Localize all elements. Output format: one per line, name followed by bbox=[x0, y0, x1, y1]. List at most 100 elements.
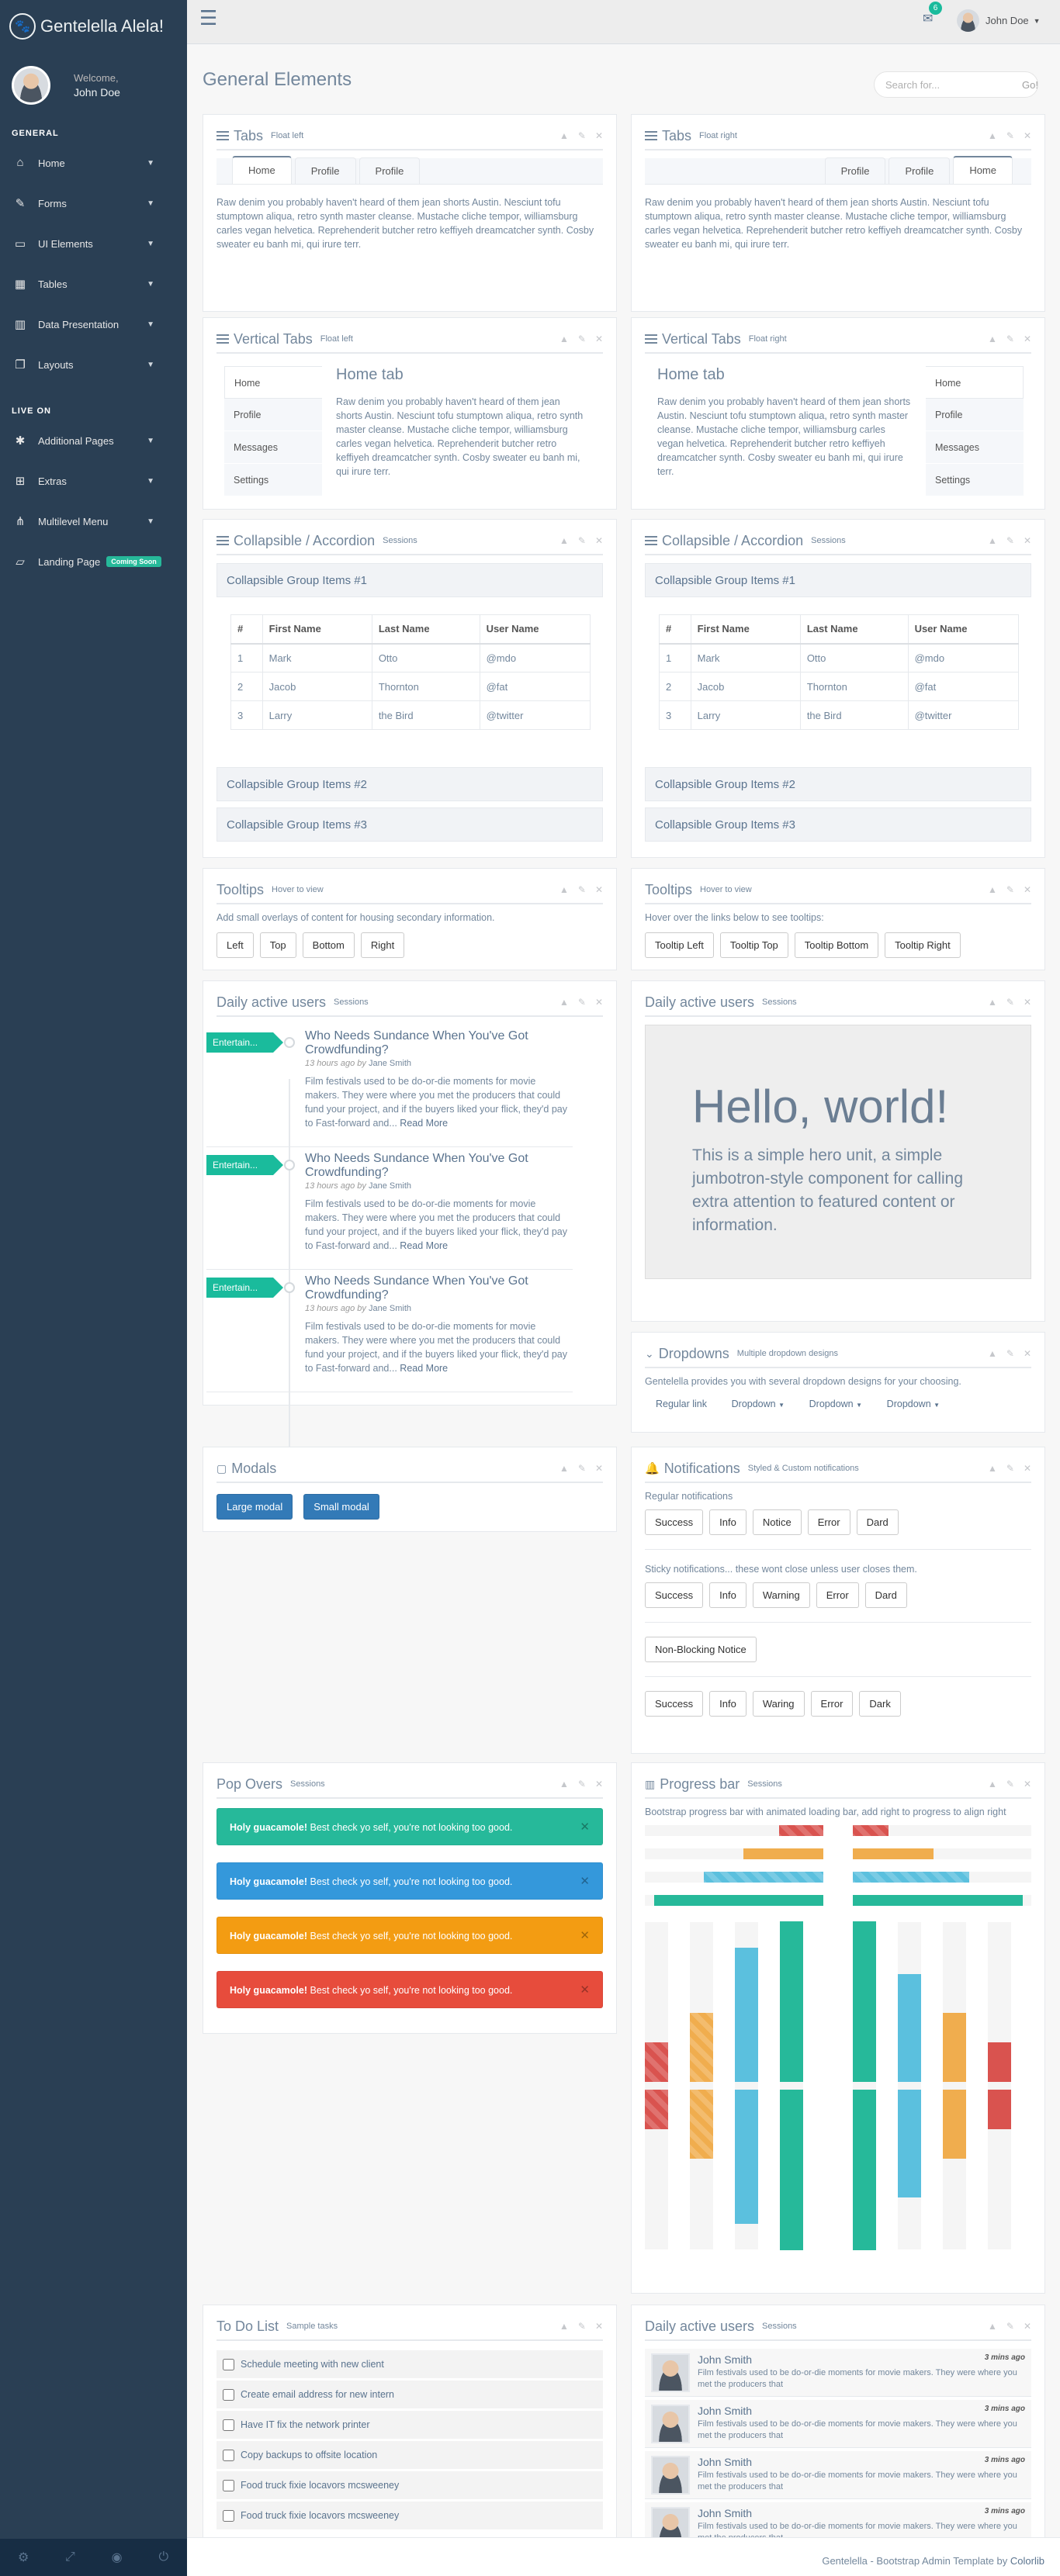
timeline-author[interactable]: Jane Smith bbox=[369, 1304, 411, 1313]
timeline-author[interactable]: Jane Smith bbox=[369, 1181, 411, 1191]
close-icon[interactable]: ✕ bbox=[1024, 997, 1031, 1008]
custom-dark-button[interactable]: Dark bbox=[859, 1691, 901, 1717]
close-icon[interactable]: ✕ bbox=[1024, 1348, 1031, 1359]
colorlib-link[interactable]: Colorlib bbox=[1010, 2555, 1044, 2567]
menu-toggle-icon[interactable]: ☰ bbox=[199, 6, 217, 30]
wrench-icon[interactable]: ✎ bbox=[1006, 997, 1014, 1008]
wrench-icon[interactable]: ✎ bbox=[578, 334, 586, 344]
custom-warning-button[interactable]: Waring bbox=[752, 1691, 805, 1717]
collapse-icon[interactable]: ▲ bbox=[559, 535, 569, 546]
sidebar-item-data-presentation[interactable]: ▥ Data Presentation ▼ bbox=[0, 304, 187, 344]
collapse-icon[interactable]: ▲ bbox=[988, 997, 997, 1008]
sticky-warning-button[interactable]: Warning bbox=[752, 1582, 810, 1608]
notify-dark-button[interactable]: Dard bbox=[856, 1509, 899, 1535]
message-item[interactable]: John Smith 3 mins ago Film festivals used … bbox=[645, 2400, 1031, 2448]
regular-link[interactable]: Regular link bbox=[656, 1399, 707, 1409]
close-icon[interactable]: ✕ bbox=[1024, 1463, 1031, 1474]
accordion-group-3[interactable]: Collapsible Group Items #3 bbox=[217, 807, 603, 842]
sidebar-item-home[interactable]: ⌂ Home ▼ bbox=[0, 143, 187, 183]
close-icon[interactable]: ✕ bbox=[1024, 334, 1031, 344]
todo-checkbox[interactable] bbox=[223, 2358, 234, 2370]
close-icon[interactable]: ✕ bbox=[1024, 1779, 1031, 1789]
sidebar-item-additional-pages[interactable]: ✱ Additional Pages ▼ bbox=[0, 420, 187, 461]
tab-profile[interactable]: Profile bbox=[926, 399, 1024, 431]
close-icon[interactable]: ✕ bbox=[580, 1809, 590, 1846]
wrench-icon[interactable]: ✎ bbox=[1006, 535, 1014, 546]
collapse-icon[interactable]: ▲ bbox=[559, 1463, 569, 1474]
close-icon[interactable]: ✕ bbox=[1024, 130, 1031, 141]
sidebar-item-landing-page[interactable]: ▱ Landing Page Coming Soon bbox=[0, 541, 187, 582]
collapse-icon[interactable]: ▲ bbox=[988, 884, 997, 895]
large-modal-button[interactable]: Large modal bbox=[217, 1494, 293, 1520]
wrench-icon[interactable]: ✎ bbox=[578, 1779, 586, 1789]
tooltip-left-button[interactable]: Left bbox=[217, 932, 254, 958]
timeline-tag[interactable]: Entertain... bbox=[206, 1155, 283, 1175]
close-icon[interactable]: ✕ bbox=[1024, 884, 1031, 895]
collapse-icon[interactable]: ▲ bbox=[559, 2321, 569, 2332]
settings-icon[interactable]: ⚙ bbox=[0, 2539, 47, 2576]
notify-success-button[interactable]: Success bbox=[645, 1509, 704, 1535]
close-icon[interactable]: ✕ bbox=[1024, 2321, 1031, 2332]
read-more-link[interactable]: Read More bbox=[400, 1363, 448, 1374]
tooltip-right-button[interactable]: Right bbox=[360, 932, 405, 958]
timeline-heading[interactable]: Who Needs Sundance When You've Got Crowd… bbox=[305, 1029, 573, 1057]
accordion-group-2[interactable]: Collapsible Group Items #2 bbox=[217, 767, 603, 801]
close-icon[interactable]: ✕ bbox=[595, 997, 603, 1008]
close-icon[interactable]: ✕ bbox=[595, 334, 603, 344]
tooltip-top-button[interactable]: Top bbox=[259, 932, 296, 958]
tab-settings[interactable]: Settings bbox=[926, 464, 1024, 496]
close-icon[interactable]: ✕ bbox=[595, 1779, 603, 1789]
wrench-icon[interactable]: ✎ bbox=[1006, 1779, 1014, 1789]
collapse-icon[interactable]: ▲ bbox=[988, 1463, 997, 1474]
todo-checkbox[interactable] bbox=[223, 2509, 234, 2522]
message-item[interactable]: John Smith 3 mins ago Film festivals used … bbox=[645, 2451, 1031, 2499]
accordion-group-2[interactable]: Collapsible Group Items #2 bbox=[645, 767, 1031, 801]
timeline-heading[interactable]: Who Needs Sundance When You've Got Crowd… bbox=[305, 1274, 573, 1302]
sticky-error-button[interactable]: Error bbox=[816, 1582, 859, 1608]
sidebar-item-extras[interactable]: ⊞ Extras ▼ bbox=[0, 461, 187, 501]
tooltip-bottom-button[interactable]: Tooltip Bottom bbox=[794, 932, 879, 958]
read-more-link[interactable]: Read More bbox=[400, 1240, 448, 1251]
close-icon[interactable]: ✕ bbox=[580, 1917, 590, 1955]
collapse-icon[interactable]: ▲ bbox=[988, 334, 997, 344]
dropdown-toggle[interactable]: Dropdown ▼ bbox=[809, 1399, 862, 1409]
message-item[interactable]: John Smith 3 mins ago Film festivals used … bbox=[645, 2349, 1031, 2397]
tab-profile[interactable]: Profile bbox=[889, 157, 951, 184]
user-menu[interactable]: John Doe ▼ bbox=[957, 9, 1041, 32]
tab-home[interactable]: Home bbox=[224, 366, 322, 399]
collapse-icon[interactable]: ▲ bbox=[559, 334, 569, 344]
notify-info-button[interactable]: Info bbox=[709, 1509, 747, 1535]
wrench-icon[interactable]: ✎ bbox=[578, 884, 586, 895]
accordion-group-3[interactable]: Collapsible Group Items #3 bbox=[645, 807, 1031, 842]
custom-error-button[interactable]: Error bbox=[810, 1691, 854, 1717]
tab-profile[interactable]: Profile bbox=[824, 157, 886, 184]
wrench-icon[interactable]: ✎ bbox=[578, 997, 586, 1008]
close-icon[interactable]: ✕ bbox=[595, 1463, 603, 1474]
collapse-icon[interactable]: ▲ bbox=[559, 130, 569, 141]
sticky-success-button[interactable]: Success bbox=[645, 1582, 704, 1608]
sidebar-item-tables[interactable]: ▦ Tables ▼ bbox=[0, 264, 187, 304]
custom-success-button[interactable]: Success bbox=[645, 1691, 704, 1717]
wrench-icon[interactable]: ✎ bbox=[1006, 130, 1014, 141]
tab-messages[interactable]: Messages bbox=[224, 431, 322, 464]
wrench-icon[interactable]: ✎ bbox=[578, 130, 586, 141]
collapse-icon[interactable]: ▲ bbox=[559, 884, 569, 895]
close-icon[interactable]: ✕ bbox=[595, 535, 603, 546]
sticky-dark-button[interactable]: Dard bbox=[864, 1582, 907, 1608]
close-icon[interactable]: ✕ bbox=[595, 884, 603, 895]
tab-home[interactable]: Home bbox=[926, 366, 1024, 399]
small-modal-button[interactable]: Small modal bbox=[303, 1494, 379, 1520]
wrench-icon[interactable]: ✎ bbox=[1006, 884, 1014, 895]
wrench-icon[interactable]: ✎ bbox=[578, 1463, 586, 1474]
timeline-tag[interactable]: Entertain... bbox=[206, 1278, 283, 1298]
todo-checkbox[interactable] bbox=[223, 2388, 234, 2401]
search-go-button[interactable]: Go! bbox=[1022, 79, 1038, 91]
tab-home[interactable]: Home bbox=[232, 156, 292, 184]
tab-profile[interactable]: Profile bbox=[224, 399, 322, 431]
tab-profile[interactable]: Profile bbox=[294, 157, 356, 184]
logout-icon[interactable]: ⏻ bbox=[140, 2539, 187, 2576]
brand[interactable]: 🐾 Gentelella Alela! bbox=[0, 0, 187, 53]
wrench-icon[interactable]: ✎ bbox=[578, 2321, 586, 2332]
dropdown-toggle[interactable]: Dropdown ▼ bbox=[887, 1399, 940, 1409]
collapse-icon[interactable]: ▲ bbox=[559, 1779, 569, 1789]
